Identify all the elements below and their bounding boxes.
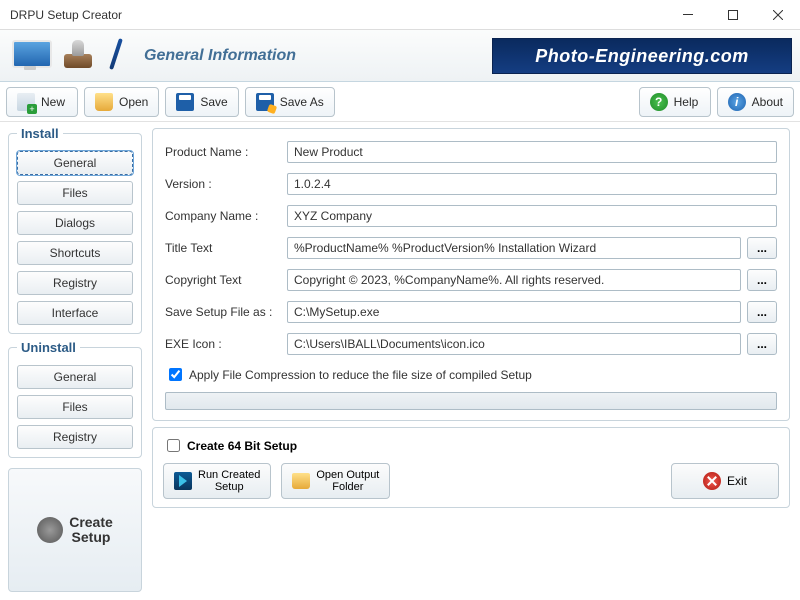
- form-panel: Product Name : Version : Company Name : …: [152, 128, 790, 421]
- saveas-icon: [256, 93, 274, 111]
- savepath-input[interactable]: [287, 301, 741, 323]
- 64bit-checkbox[interactable]: [167, 439, 180, 452]
- page-title: General Information: [144, 47, 296, 65]
- main-area: Product Name : Version : Company Name : …: [150, 122, 800, 600]
- icon-label: EXE Icon :: [165, 337, 281, 351]
- icon-browse-button[interactable]: ...: [747, 333, 777, 355]
- window-title: DRPU Setup Creator: [10, 8, 665, 22]
- install-group: Install General Files Dialogs Shortcuts …: [8, 126, 142, 334]
- company-input[interactable]: [287, 205, 777, 227]
- create-setup-button[interactable]: CreateSetup: [8, 468, 142, 592]
- sidebar: Install General Files Dialogs Shortcuts …: [0, 122, 150, 600]
- help-button[interactable]: ?Help: [639, 87, 711, 117]
- close-icon: [703, 472, 721, 490]
- about-icon: i: [728, 93, 746, 111]
- pen-icon: [104, 36, 134, 76]
- product-input[interactable]: [287, 141, 777, 163]
- title-browse-button[interactable]: ...: [747, 237, 777, 259]
- sidebar-item-general[interactable]: General: [17, 151, 133, 175]
- brand-banner: Photo-Engineering.com: [492, 38, 792, 74]
- sidebar-item-dialogs[interactable]: Dialogs: [17, 211, 133, 235]
- uninstall-group: Uninstall General Files Registry: [8, 340, 142, 458]
- saveas-button[interactable]: Save As: [245, 87, 335, 117]
- stamp-icon: [58, 36, 102, 76]
- version-input[interactable]: [287, 173, 777, 195]
- savepath-label: Save Setup File as :: [165, 305, 281, 319]
- install-legend: Install: [17, 126, 63, 141]
- header-banner: General Information Photo-Engineering.co…: [0, 30, 800, 82]
- minimize-button[interactable]: [665, 0, 710, 30]
- monitor-icon: [6, 36, 56, 76]
- save-icon: [176, 93, 194, 111]
- close-button[interactable]: [755, 0, 800, 30]
- sidebar-item-un-general[interactable]: General: [17, 365, 133, 389]
- help-icon: ?: [650, 93, 668, 111]
- title-input[interactable]: [287, 237, 741, 259]
- icon-input[interactable]: [287, 333, 741, 355]
- progress-bar: [165, 392, 777, 410]
- sidebar-item-interface[interactable]: Interface: [17, 301, 133, 325]
- company-label: Company Name :: [165, 209, 281, 223]
- maximize-button[interactable]: [710, 0, 755, 30]
- create-setup-label: CreateSetup: [69, 515, 113, 546]
- version-label: Version :: [165, 177, 281, 191]
- compress-checkbox[interactable]: [169, 368, 182, 381]
- sidebar-item-registry[interactable]: Registry: [17, 271, 133, 295]
- title-label: Title Text: [165, 241, 281, 255]
- uninstall-legend: Uninstall: [17, 340, 80, 355]
- footer-panel: Create 64 Bit Setup Run CreatedSetup Ope…: [152, 427, 790, 508]
- open-icon: [95, 93, 113, 111]
- copyright-label: Copyright Text: [165, 273, 281, 287]
- copyright-browse-button[interactable]: ...: [747, 269, 777, 291]
- save-button[interactable]: Save: [165, 87, 238, 117]
- run-created-button[interactable]: Run CreatedSetup: [163, 463, 271, 499]
- sidebar-item-files[interactable]: Files: [17, 181, 133, 205]
- sidebar-item-shortcuts[interactable]: Shortcuts: [17, 241, 133, 265]
- copyright-input[interactable]: [287, 269, 741, 291]
- about-button[interactable]: iAbout: [717, 87, 794, 117]
- toolbar: New Open Save Save As ?Help iAbout: [0, 82, 800, 122]
- new-button[interactable]: New: [6, 87, 78, 117]
- savepath-browse-button[interactable]: ...: [747, 301, 777, 323]
- sidebar-item-un-registry[interactable]: Registry: [17, 425, 133, 449]
- folder-icon: [292, 473, 310, 489]
- new-icon: [17, 93, 35, 111]
- product-label: Product Name :: [165, 145, 281, 159]
- 64bit-label: Create 64 Bit Setup: [187, 439, 297, 453]
- header-icons: [6, 36, 134, 76]
- sidebar-item-un-files[interactable]: Files: [17, 395, 133, 419]
- gear-icon: [37, 517, 63, 543]
- open-button[interactable]: Open: [84, 87, 159, 117]
- open-output-button[interactable]: Open OutputFolder: [281, 463, 390, 499]
- title-bar: DRPU Setup Creator: [0, 0, 800, 30]
- exit-button[interactable]: Exit: [671, 463, 779, 499]
- compress-label: Apply File Compression to reduce the fil…: [189, 368, 532, 382]
- play-icon: [174, 472, 192, 490]
